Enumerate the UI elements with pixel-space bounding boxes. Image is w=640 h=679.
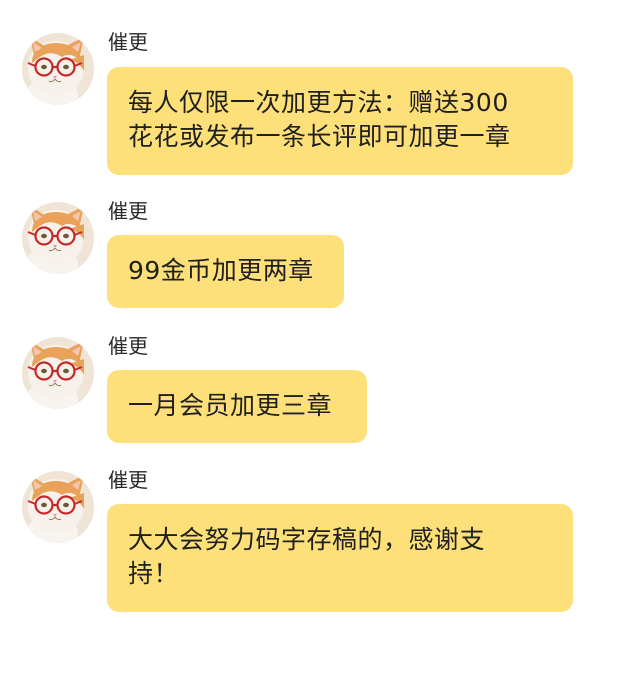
sender-name: 催更: [108, 30, 148, 54]
cat-with-glasses-icon: [22, 471, 94, 543]
cat-with-glasses-icon: [22, 33, 94, 105]
message-line: 一月会员加更三章: [128, 391, 333, 420]
chat-thread: 催更 每人仅限一次加更方法：赠送300 花花或发布一条长评即可加更一章 催更 9…: [0, 0, 640, 679]
message-line: 每人仅限一次加更方法：赠送300: [128, 88, 509, 117]
avatar[interactable]: [22, 471, 94, 543]
message-bubble[interactable]: 大大会努力码字存稿的，感谢支 持！: [107, 504, 573, 612]
message-bubble[interactable]: 一月会员加更三章: [107, 370, 367, 443]
message-line: 大大会努力码字存稿的，感谢支: [128, 525, 486, 554]
cat-with-glasses-icon: [22, 202, 94, 274]
message-bubble[interactable]: 99金币加更两章: [107, 235, 344, 308]
cat-with-glasses-icon: [22, 337, 94, 409]
message-line: 持！: [128, 559, 180, 588]
message-line: 花花或发布一条长评即可加更一章: [128, 122, 511, 151]
avatar[interactable]: [22, 33, 94, 105]
avatar[interactable]: [22, 337, 94, 409]
sender-name: 催更: [108, 468, 148, 492]
sender-name: 催更: [108, 199, 148, 223]
avatar[interactable]: [22, 202, 94, 274]
message-line: 99金币加更两章: [128, 256, 314, 285]
message-bubble[interactable]: 每人仅限一次加更方法：赠送300 花花或发布一条长评即可加更一章: [107, 67, 573, 175]
sender-name: 催更: [108, 334, 148, 358]
